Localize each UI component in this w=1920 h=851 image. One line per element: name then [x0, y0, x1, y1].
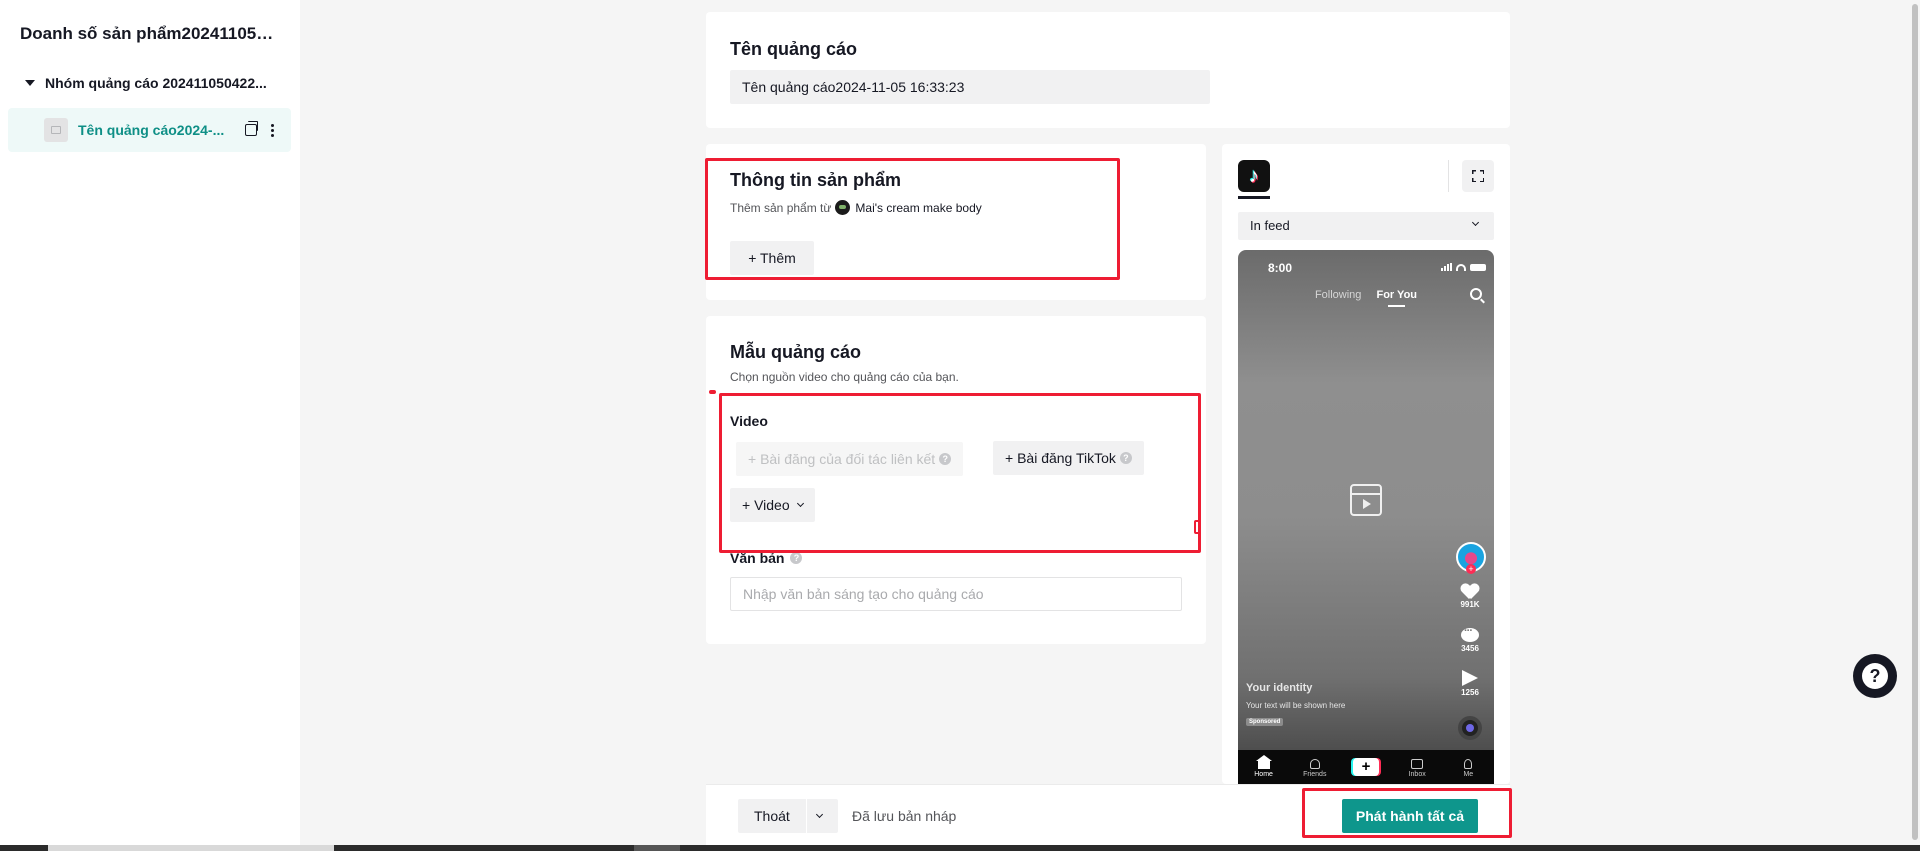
- tiktok-post-button[interactable]: + Bài đăng TikTok ?: [993, 441, 1144, 475]
- ad-creative-title: Mẫu quảng cáo: [730, 342, 862, 362]
- adgroup-label: Nhóm quảng cáo 202411050422...: [45, 75, 267, 91]
- action-bar: Thoát Đã lưu bản nháp Phát hành tất cả: [706, 784, 1510, 845]
- product-info-title: Thông tin sản phẩm: [730, 170, 901, 190]
- ad-text-label: Văn bản ?: [730, 550, 803, 566]
- heart-icon: [1461, 584, 1479, 600]
- ad-creative-subtitle: Chọn nguồn video cho quảng cáo của bạn.: [730, 370, 959, 384]
- help-button[interactable]: ?: [1853, 654, 1897, 698]
- ad-text-label-text: Văn bản: [730, 550, 785, 566]
- nav-create: +: [1346, 756, 1386, 778]
- share-counter: 1256: [1454, 670, 1486, 697]
- nav-friends: Friends: [1295, 756, 1335, 778]
- more-icon[interactable]: [271, 123, 274, 137]
- scrollbar-thumb[interactable]: [1912, 4, 1918, 840]
- wifi-icon: [1456, 264, 1466, 271]
- ad-text-input[interactable]: Nhập văn bản sáng tạo cho quảng cáo: [730, 577, 1182, 611]
- exit-label: Thoát: [754, 808, 790, 824]
- search-icon: [1470, 288, 1482, 300]
- add-video-button[interactable]: + Video: [730, 488, 815, 522]
- like-count: 991K: [1460, 600, 1480, 609]
- nav-inbox-label: Inbox: [1408, 771, 1426, 778]
- home-icon: [1255, 755, 1272, 769]
- help-icon[interactable]: ?: [939, 453, 952, 465]
- ad-name-card: Tên quảng cáo Tên quảng cáo2024-11-05 16…: [706, 12, 1510, 128]
- sidebar: Doanh số sản phẩm2024110516... Nhóm quản…: [0, 0, 300, 845]
- affiliate-post-button: + Bài đăng của đối tác liên kết ?: [736, 442, 964, 476]
- exit-button[interactable]: Thoát: [738, 799, 838, 833]
- ad-preview-panel: ♪ In feed 8:00 Following For You 991K 34…: [1222, 144, 1510, 784]
- profile-icon: [1464, 759, 1473, 769]
- taskbar: [0, 845, 1920, 851]
- sidebar-item-ad[interactable]: Tên quảng cáo2024-...: [8, 108, 291, 152]
- nav-me-label: Me: [1463, 771, 1474, 778]
- comment-icon: [1461, 625, 1479, 642]
- sidebar-item-adgroup[interactable]: Nhóm quảng cáo 202411050422...: [20, 72, 282, 94]
- caret-down-icon[interactable]: [25, 80, 35, 86]
- video-placeholder-icon: [1350, 484, 1382, 516]
- like-counter: 991K: [1454, 584, 1486, 609]
- phone-bottom-nav: Home Friends + Inbox Me: [1238, 750, 1494, 784]
- campaign-title[interactable]: Doanh số sản phẩm2024110516...: [20, 24, 280, 44]
- shop-name: Mai's cream make body: [855, 200, 982, 215]
- active-tab-indicator: [1238, 196, 1270, 199]
- divider: [1448, 160, 1449, 192]
- chevron-down-icon[interactable]: [815, 810, 824, 819]
- draft-status: Đã lưu bản nháp: [852, 808, 957, 824]
- add-video-label: + Video: [742, 497, 790, 513]
- ad-label: Tên quảng cáo2024-...: [78, 122, 225, 138]
- signal-icon: [1441, 263, 1452, 271]
- comment-count: 3456: [1461, 644, 1479, 653]
- sponsored-badge: Sponsored: [1246, 718, 1284, 726]
- ad-creative-card: Mẫu quảng cáo Chọn nguồn video cho quảng…: [706, 316, 1206, 644]
- feed-tabs: Following For You: [1238, 289, 1494, 301]
- add-product-button[interactable]: + Thêm: [730, 241, 814, 275]
- ad-thumbnail: [44, 118, 68, 142]
- create-plus-icon: +: [1352, 758, 1379, 776]
- copy-icon[interactable]: [245, 121, 258, 136]
- placement-select[interactable]: In feed: [1238, 212, 1494, 240]
- ad-name-title: Tên quảng cáo: [730, 39, 858, 59]
- video-section-label: Video: [730, 413, 768, 429]
- publish-all-button[interactable]: Phát hành tất cả: [1342, 799, 1478, 833]
- button-separator: [806, 799, 807, 833]
- phone-preview: 8:00 Following For You 991K 3456 1256 Yo…: [1238, 250, 1494, 784]
- ad-name-input[interactable]: Tên quảng cáo2024-11-05 16:33:23: [730, 70, 1210, 104]
- placement-value: In feed: [1250, 218, 1290, 233]
- chevron-down-icon: [796, 499, 804, 508]
- nav-home: Home: [1244, 755, 1284, 778]
- help-icon[interactable]: ?: [790, 552, 803, 564]
- phone-status-icons: [1441, 263, 1486, 271]
- help-icon: ?: [1862, 663, 1888, 689]
- share-count: 1256: [1461, 688, 1479, 697]
- expand-icon[interactable]: [1462, 160, 1494, 192]
- phone-time: 8:00: [1268, 261, 1293, 275]
- nav-friends-label: Friends: [1303, 771, 1327, 778]
- tiktok-post-label: + Bài đăng TikTok: [1005, 450, 1116, 466]
- tab-for-you: For You: [1376, 289, 1418, 301]
- product-source-prefix: Thêm sản phẩm từ: [730, 200, 832, 215]
- nav-home-label: Home: [1254, 771, 1273, 778]
- chevron-down-icon: [1471, 218, 1480, 227]
- battery-icon: [1470, 264, 1486, 271]
- share-icon: [1462, 670, 1478, 686]
- product-info-subtitle: Thêm sản phẩm từ Mai's cream make body: [730, 200, 982, 215]
- inbox-icon: [1411, 759, 1424, 769]
- product-info-card: Thông tin sản phẩm Thêm sản phẩm từ Mai'…: [706, 144, 1206, 300]
- tab-following: Following: [1314, 289, 1362, 301]
- nav-me: Me: [1448, 756, 1488, 778]
- music-disc-icon: [1458, 716, 1482, 740]
- nav-inbox: Inbox: [1397, 756, 1437, 778]
- shop-avatar-icon: [835, 200, 851, 215]
- preview-identity: Your identity: [1246, 682, 1313, 694]
- help-icon[interactable]: ?: [1119, 452, 1132, 464]
- affiliate-post-label: + Bài đăng của đối tác liên kết: [748, 451, 936, 467]
- preview-caption: Your text will be shown here: [1246, 701, 1346, 710]
- tiktok-logo-icon[interactable]: ♪: [1238, 160, 1270, 192]
- avatar: [1456, 542, 1486, 574]
- friends-icon: [1309, 759, 1320, 769]
- comment-counter: 3456: [1454, 625, 1486, 653]
